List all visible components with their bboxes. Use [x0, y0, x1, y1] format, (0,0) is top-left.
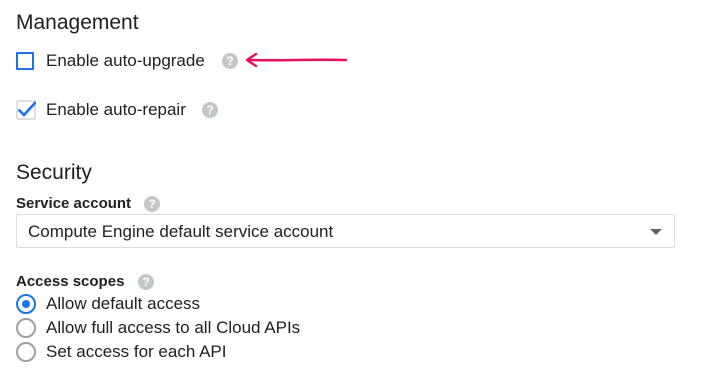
service-account-label: Service account: [16, 195, 132, 212]
access-scopes-label: Access scopes: [16, 273, 125, 290]
security-heading: Security: [16, 161, 92, 184]
radio-allow-default-access[interactable]: [16, 294, 36, 314]
auto-repair-label[interactable]: Enable auto-repair: [46, 100, 186, 120]
service-account-value: Compute Engine default service account: [28, 222, 334, 241]
radio-label[interactable]: Allow default access: [46, 294, 200, 314]
radio-label[interactable]: Set access for each API: [46, 342, 226, 362]
radio-selected-dot: [22, 300, 30, 308]
service-account-select[interactable]: Compute Engine default service account: [16, 214, 675, 248]
management-heading: Management: [16, 11, 139, 34]
help-icon[interactable]: ?: [144, 196, 160, 212]
auto-repair-checkbox[interactable]: [16, 100, 36, 120]
radio-allow-full-access[interactable]: [16, 318, 36, 338]
auto-upgrade-checkbox[interactable]: [16, 52, 34, 70]
arrow-left-annotation: [245, 52, 348, 68]
help-icon[interactable]: ?: [138, 274, 154, 290]
radio-label[interactable]: Allow full access to all Cloud APIs: [46, 318, 300, 338]
help-icon[interactable]: ?: [202, 102, 218, 118]
radio-set-access-each-api[interactable]: [16, 342, 36, 362]
chevron-down-icon: [650, 229, 662, 235]
help-icon[interactable]: ?: [222, 53, 238, 69]
auto-upgrade-label[interactable]: Enable auto-upgrade: [46, 51, 205, 71]
